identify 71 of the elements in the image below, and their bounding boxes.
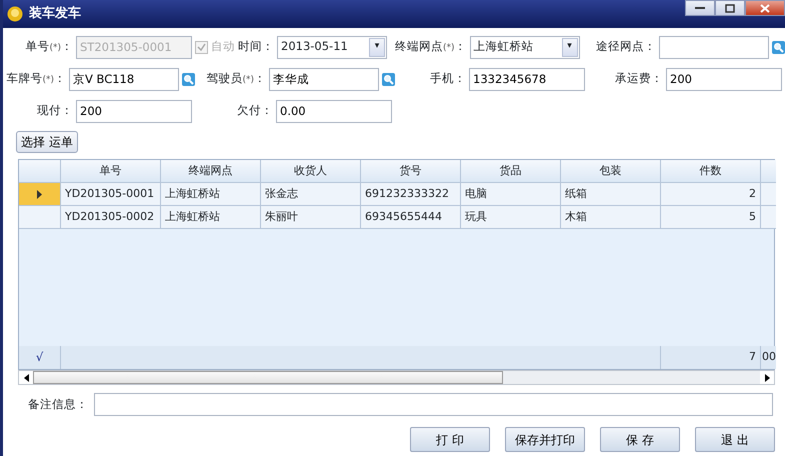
table-cell [761, 183, 776, 206]
column-header[interactable]: 货号 [361, 160, 461, 183]
field-label: 终端网点(*)： [395, 38, 467, 56]
window-title: 装车发车 [29, 4, 81, 24]
column-header[interactable]: 终端网点 [161, 160, 261, 183]
maximize-icon [725, 4, 735, 12]
table-cell: 2 [661, 183, 761, 206]
header-corner [19, 160, 61, 183]
table-cell: 木箱 [561, 206, 661, 229]
column-header[interactable]: 收货人 [261, 160, 361, 183]
text-field[interactable]: 200 [76, 100, 192, 122]
app-icon [7, 6, 23, 22]
field-label: 欠付： [236, 102, 273, 120]
row-indicator[interactable] [19, 183, 61, 206]
text-field[interactable]: 1332345678 [469, 68, 585, 90]
search-icon[interactable] [382, 72, 395, 86]
text-field[interactable]: 京V BC118 [69, 68, 179, 90]
table-cell: 朱丽叶 [261, 206, 361, 229]
close-button[interactable] [745, 0, 785, 16]
column-header[interactable]: 包装 [561, 160, 661, 183]
remarks-label: 备注信息： [28, 396, 88, 413]
text-field[interactable]: 0.00 [276, 100, 392, 122]
remarks-field[interactable] [94, 393, 773, 416]
checkbox-label: 自动 [211, 38, 235, 56]
column-header [761, 160, 776, 183]
table-cell: 玩具 [461, 206, 561, 229]
close-icon [760, 4, 770, 12]
text-field[interactable]: 200 [666, 68, 782, 90]
current-row-icon [37, 190, 42, 198]
dropdown[interactable]: 上海虹桥站 ▾ [470, 36, 580, 58]
search-icon[interactable] [182, 72, 195, 86]
scroll-right-icon[interactable] [764, 374, 770, 382]
action-button[interactable]: 保存并打印 [505, 427, 585, 452]
field-label: 时间： [238, 38, 274, 56]
table-cell: 691232333322 [361, 183, 461, 206]
table-cell: 电脑 [461, 183, 561, 206]
table-cell: YD201305-0001 [61, 183, 161, 206]
table-cell: 纸箱 [561, 183, 661, 206]
field-label: 途径网点： [595, 38, 656, 56]
text-field[interactable] [659, 36, 769, 58]
column-header[interactable]: 货品 [461, 160, 561, 183]
column-header[interactable]: 件数 [661, 160, 761, 183]
action-button[interactable]: 保 存 [600, 427, 680, 452]
table-cell: 5 [661, 206, 761, 229]
summary-total: 7 [661, 346, 761, 369]
horizontal-scrollbar[interactable] [18, 370, 775, 385]
minimize-icon [695, 6, 705, 10]
minimize-button[interactable] [685, 0, 715, 16]
scroll-thumb[interactable] [33, 371, 503, 384]
table-cell: YD201305-0002 [61, 206, 161, 229]
table-cell: 69345655444 [361, 206, 461, 229]
action-button[interactable]: 打 印 [410, 427, 490, 452]
summary-cell: 00 [761, 346, 776, 369]
table-cell: 上海虹桥站 [161, 183, 261, 206]
field-label: 驾驶员(*)： [205, 70, 266, 88]
action-button[interactable]: 退 出 [695, 427, 775, 452]
scroll-left-icon[interactable] [24, 374, 28, 382]
dropdown[interactable]: 2013-05-11 ▾ [277, 36, 387, 58]
summary-indicator: √ [19, 346, 61, 369]
field-label: 现付： [36, 102, 73, 120]
field-label: 手机： [429, 70, 466, 88]
table-cell: 张金志 [261, 183, 361, 206]
field-label: 单号(*)： [24, 38, 73, 56]
text-field[interactable]: 李华成 [269, 68, 379, 90]
field-label: 承运费： [614, 70, 663, 88]
column-header[interactable]: 单号 [61, 160, 161, 183]
table-cell: 上海虹桥站 [161, 206, 261, 229]
field-label: 车牌号(*)： [5, 70, 66, 88]
select-waybill-button[interactable]: 选择 运单 [16, 131, 78, 153]
search-icon[interactable] [772, 40, 785, 54]
maximize-button[interactable] [715, 0, 745, 16]
